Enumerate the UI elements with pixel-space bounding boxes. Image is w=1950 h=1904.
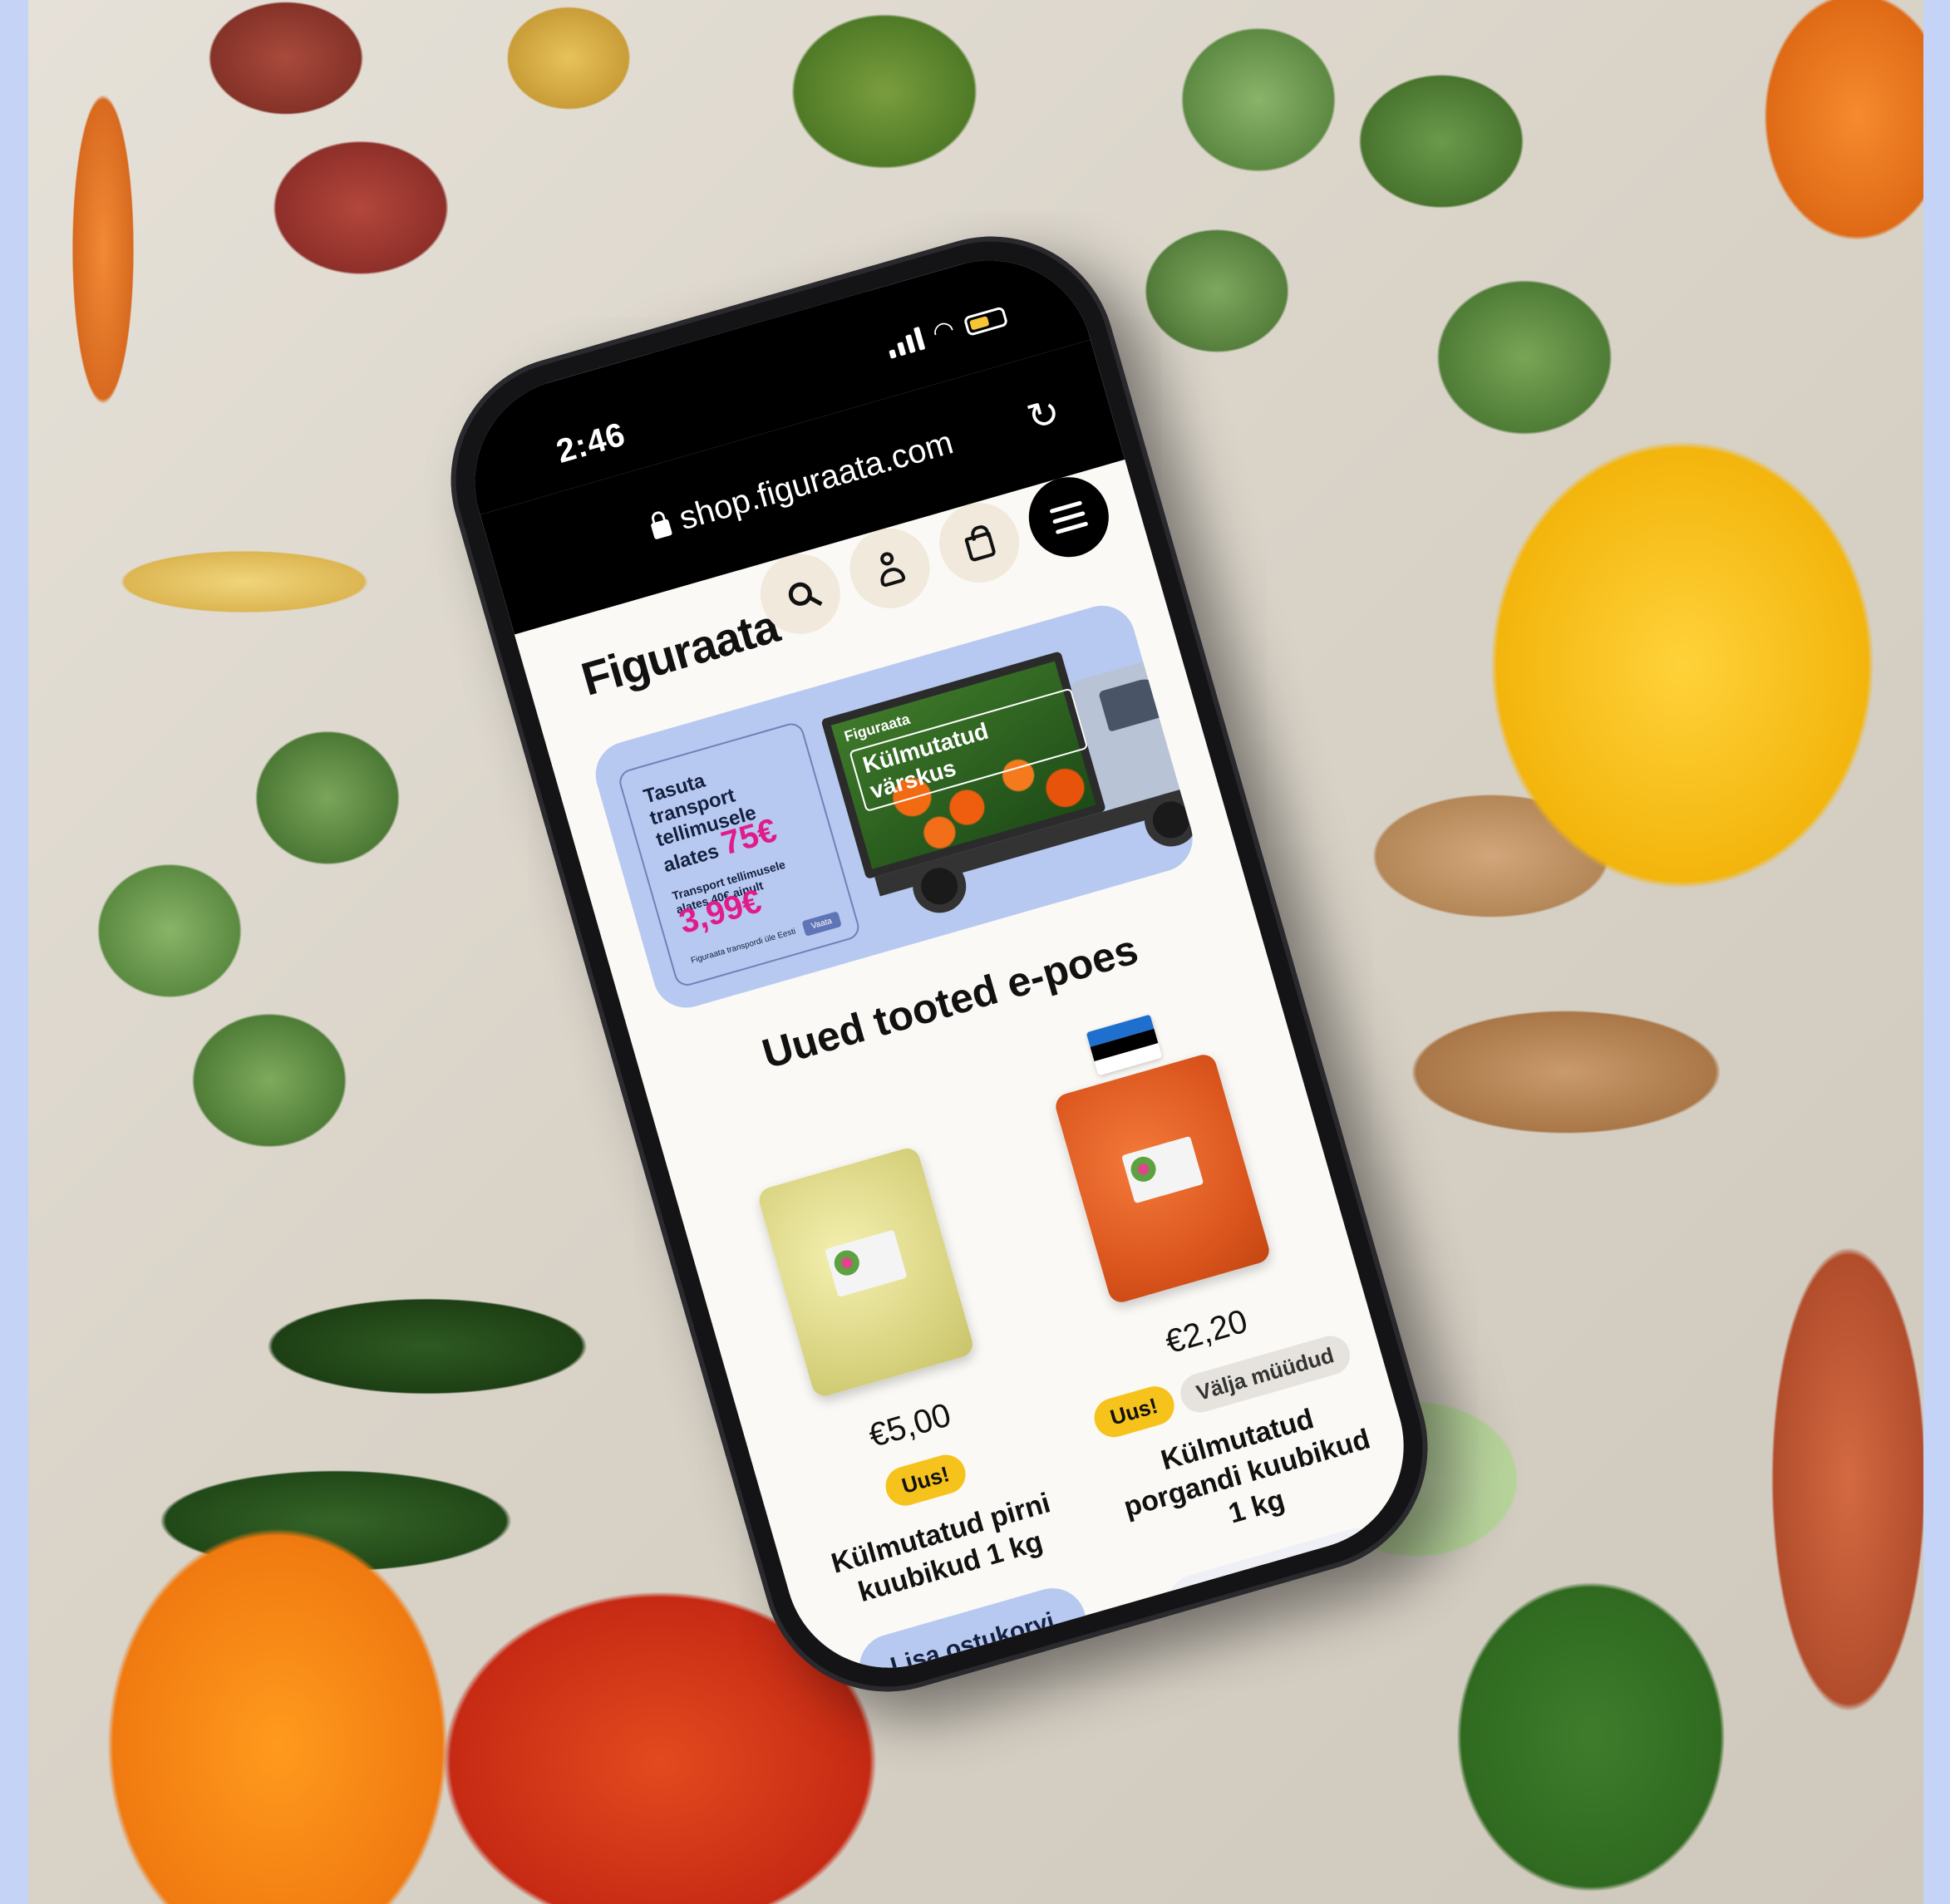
product-image[interactable] [756, 1145, 976, 1400]
search-icon [785, 579, 815, 609]
truck-cargo-box: Figuraata Külmutatud värskus [820, 651, 1106, 880]
wifi-icon: ◠ [929, 315, 958, 348]
user-icon [874, 549, 907, 588]
status-icons: ◠ [884, 303, 1009, 359]
banner-info-card: Tasuta transport tellimusele alates 75€ … [616, 720, 863, 989]
site-logo[interactable]: Figuraata [575, 598, 785, 706]
shopping-bag-icon [964, 531, 997, 563]
product-image[interactable] [1052, 1051, 1273, 1306]
new-badge: Uus! [881, 1450, 971, 1511]
product-grid: €5,00 Uus! Külmutatud pirni kuubikud 1 k… [687, 986, 1401, 1693]
new-badge: Uus! [1089, 1381, 1179, 1442]
menu-icon [1049, 499, 1089, 534]
status-time: 2:46 [552, 416, 630, 470]
lock-icon [650, 519, 673, 540]
signal-icon [884, 327, 926, 359]
estonian-flag-icon [1086, 1014, 1163, 1076]
banner-cta-button[interactable]: Vaata [801, 911, 842, 937]
battery-icon [963, 306, 1009, 337]
